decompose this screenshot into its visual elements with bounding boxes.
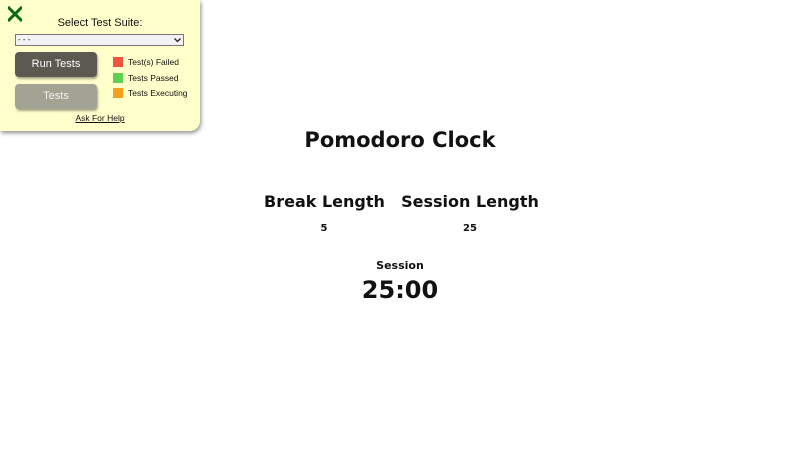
- break-length-value: 5: [320, 223, 328, 234]
- select-test-suite-label: Select Test Suite:: [57, 17, 143, 29]
- time-left: 25:00: [361, 276, 439, 304]
- session-length-value: 25: [463, 223, 477, 234]
- break-length-label: Break Length: [264, 192, 385, 211]
- test-suite-select[interactable]: - - -: [15, 34, 184, 46]
- legend-label: Tests Executing: [128, 88, 188, 98]
- break-length-control: Break Length 5: [264, 192, 385, 234]
- run-tests-button[interactable]: Run Tests: [15, 52, 97, 77]
- tests-button[interactable]: Tests: [15, 84, 97, 109]
- session-length-control: Session Length 25: [400, 192, 540, 234]
- failed-swatch: [113, 57, 123, 67]
- timer-label: Session: [376, 259, 424, 272]
- executing-swatch: [113, 88, 123, 98]
- legend-label: Tests Passed: [128, 73, 179, 83]
- chevron-down-icon: [174, 38, 181, 43]
- session-length-label: Session Length: [401, 192, 539, 211]
- test-suite-panel: Select Test Suite: - - - Run Tests Tests…: [0, 0, 200, 131]
- page-title: Pomodoro Clock: [304, 128, 496, 152]
- ask-for-help-link[interactable]: Ask For Help: [0, 113, 200, 123]
- passed-swatch: [113, 73, 123, 83]
- legend-label: Test(s) Failed: [128, 57, 180, 67]
- test-suite-select-value: - - -: [18, 35, 31, 44]
